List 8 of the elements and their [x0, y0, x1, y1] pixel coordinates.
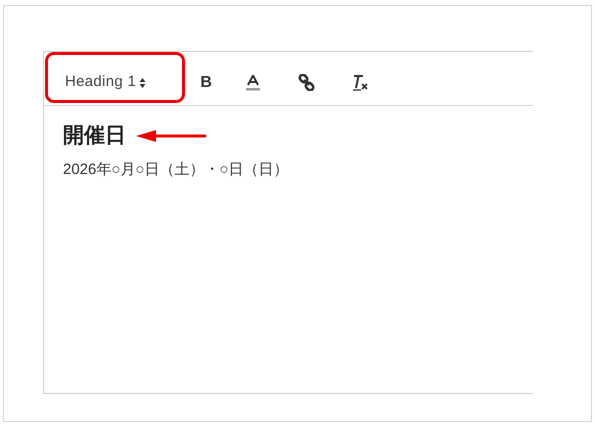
text-color-icon[interactable]	[246, 74, 260, 90]
clear-format-icon[interactable]	[352, 74, 369, 91]
bold-button[interactable]: B	[191, 70, 222, 94]
heading-text: 開催日	[63, 123, 126, 149]
sort-icon	[139, 76, 146, 88]
heading-dropdown[interactable]: Heading 1	[65, 71, 146, 94]
link-icon[interactable]	[298, 74, 315, 91]
paragraph-text: 2026年○月○日（土）・○日（日）	[63, 160, 289, 180]
